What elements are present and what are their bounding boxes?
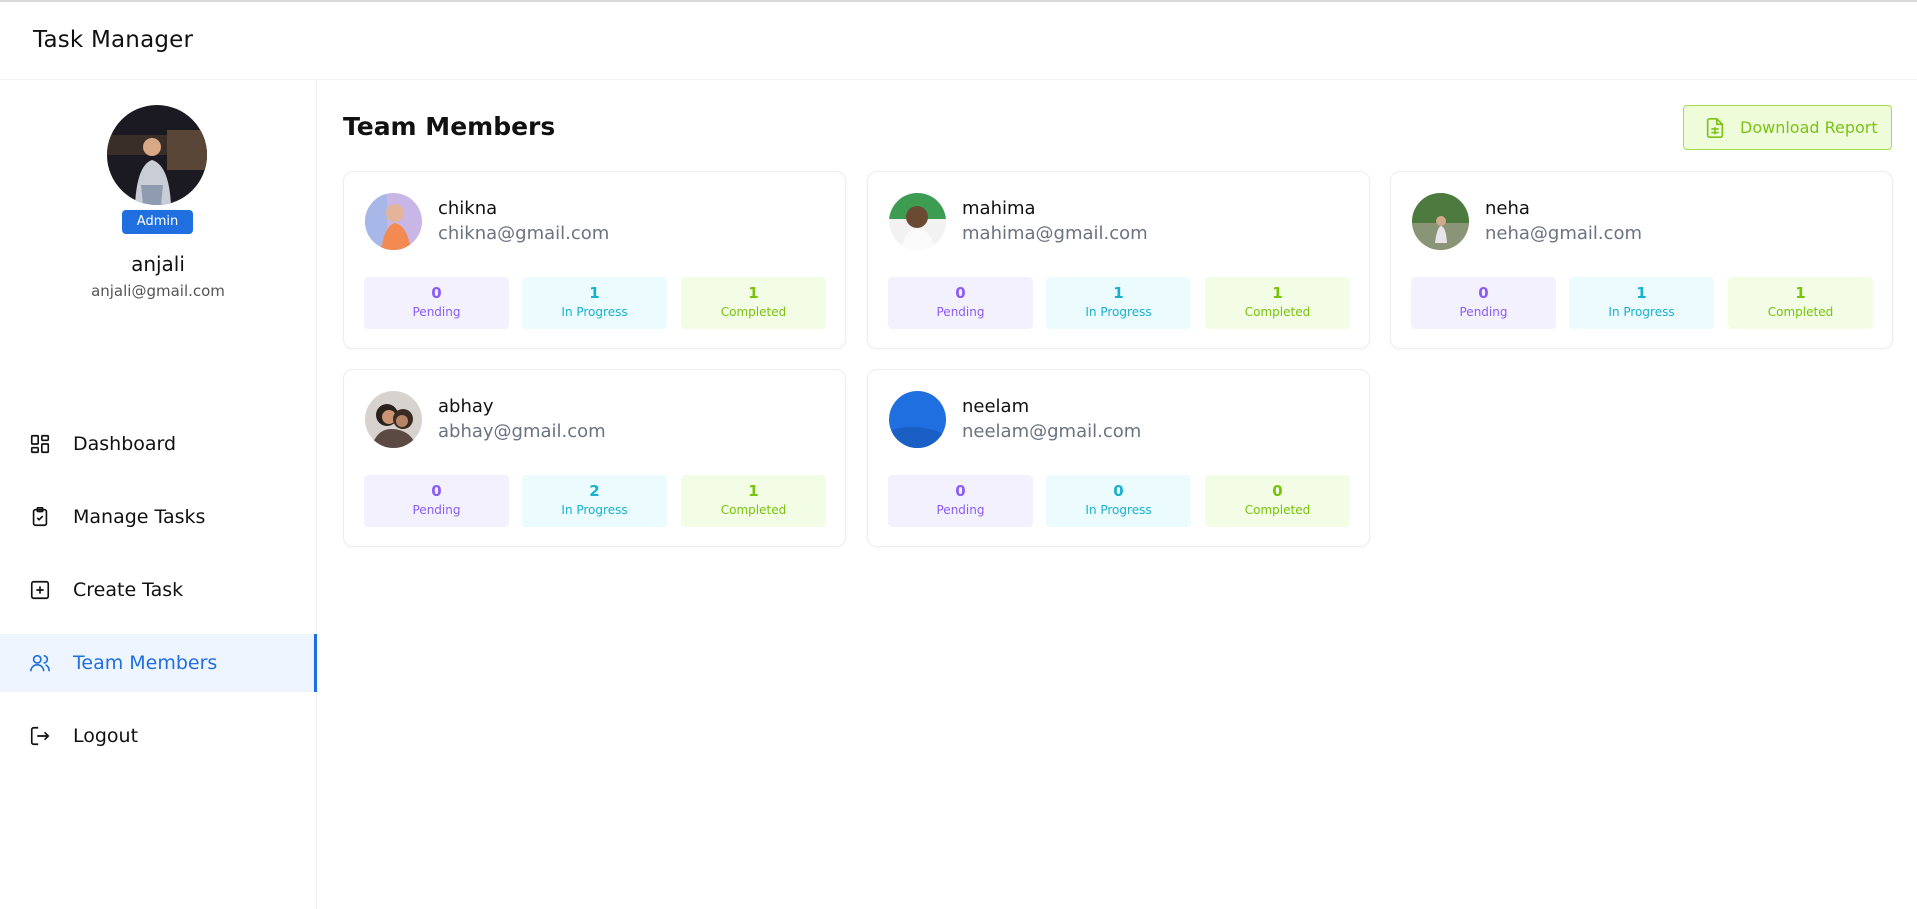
stat-value: 0 [431, 284, 442, 302]
member-card[interactable]: mahima mahima@gmail.com 0 Pending 1 In P… [867, 171, 1370, 349]
member-avatar [365, 193, 422, 250]
stat-value: 0 [431, 482, 442, 500]
stat-completed: 0 Completed [1205, 475, 1350, 527]
member-name: abhay [438, 396, 494, 417]
profile-email: anjali@gmail.com [91, 282, 225, 300]
stat-value: 1 [1272, 284, 1283, 302]
member-card[interactable]: neelam neelam@gmail.com 0 Pending 0 In P… [867, 369, 1370, 547]
profile-name: anjali [131, 252, 185, 276]
app-title: Task Manager [33, 27, 194, 53]
member-email: neha@gmail.com [1485, 223, 1643, 244]
stat-label: Completed [1244, 503, 1311, 517]
stat-value: 2 [589, 482, 600, 500]
member-name: mahima [962, 198, 1036, 219]
stat-label: Pending [412, 503, 461, 517]
stat-label: Pending [1459, 305, 1508, 319]
member-email: chikna@gmail.com [438, 223, 610, 244]
stat-completed: 1 Completed [681, 475, 826, 527]
stat-pending: 0 Pending [1411, 277, 1556, 329]
stat-value: 0 [955, 482, 966, 500]
sidebar-menu: Dashboard Manage Tasks Create Task Team … [0, 415, 317, 780]
member-avatar [1412, 193, 1469, 250]
stat-in-progress: 1 In Progress [1569, 277, 1714, 329]
page-title: Team Members [343, 112, 556, 141]
stat-value: 0 [1272, 482, 1283, 500]
stat-pending: 0 Pending [888, 475, 1033, 527]
sidebar-item-label: Logout [73, 725, 139, 747]
sidebar-item-label: Manage Tasks [73, 506, 206, 528]
stat-label: Completed [1767, 305, 1834, 319]
member-card[interactable]: neha neha@gmail.com 0 Pending 1 In Progr… [1390, 171, 1893, 349]
stat-completed: 1 Completed [1728, 277, 1873, 329]
member-email: abhay@gmail.com [438, 421, 606, 442]
stat-value: 0 [1113, 482, 1124, 500]
sidebar-item-dashboard[interactable]: Dashboard [0, 415, 317, 473]
stat-completed: 1 Completed [1205, 277, 1350, 329]
stat-label: In Progress [561, 503, 628, 517]
logout-icon [28, 724, 52, 748]
stat-value: 1 [1636, 284, 1647, 302]
member-email: mahima@gmail.com [962, 223, 1148, 244]
member-card[interactable]: abhay abhay@gmail.com 0 Pending 2 In Pro… [343, 369, 846, 547]
plus-square-icon [28, 578, 52, 602]
stat-label: In Progress [1085, 503, 1152, 517]
member-avatar [889, 193, 946, 250]
clipboard-check-icon [28, 505, 52, 529]
stat-label: Pending [936, 503, 985, 517]
sidebar-item-manage-tasks[interactable]: Manage Tasks [0, 488, 317, 546]
stat-value: 1 [748, 284, 759, 302]
sidebar: Admin anjali anjali@gmail.com Dashboard … [0, 80, 317, 909]
stat-value: 0 [955, 284, 966, 302]
stat-pending: 0 Pending [888, 277, 1033, 329]
admin-badge: Admin [122, 210, 193, 234]
sidebar-item-team-members[interactable]: Team Members [0, 634, 317, 692]
stat-label: Pending [936, 305, 985, 319]
sidebar-item-logout[interactable]: Logout [0, 707, 317, 765]
stat-in-progress: 2 In Progress [522, 475, 667, 527]
member-name: chikna [438, 198, 498, 219]
stat-label: In Progress [1608, 305, 1675, 319]
stat-completed: 1 Completed [681, 277, 826, 329]
top-bar: Task Manager [0, 4, 1917, 80]
stat-label: Pending [412, 305, 461, 319]
stat-label: Completed [720, 503, 787, 517]
spreadsheet-file-icon [1704, 117, 1726, 139]
stat-pending: 0 Pending [364, 475, 509, 527]
sidebar-item-label: Team Members [73, 652, 218, 674]
member-name: neelam [962, 396, 1030, 417]
stat-value: 1 [1795, 284, 1806, 302]
stat-in-progress: 1 In Progress [1046, 277, 1191, 329]
main-content: Team Members Download Report chikna chik… [318, 80, 1917, 909]
stat-label: In Progress [561, 305, 628, 319]
stat-label: Completed [720, 305, 787, 319]
stat-in-progress: 0 In Progress [1046, 475, 1191, 527]
sidebar-item-label: Create Task [73, 579, 184, 601]
sidebar-item-label: Dashboard [73, 433, 177, 455]
member-email: neelam@gmail.com [962, 421, 1142, 442]
download-report-button[interactable]: Download Report [1683, 105, 1892, 150]
stat-value: 1 [1113, 284, 1124, 302]
download-report-label: Download Report [1740, 118, 1878, 137]
member-avatar [889, 391, 946, 448]
stat-in-progress: 1 In Progress [522, 277, 667, 329]
stat-label: Completed [1244, 305, 1311, 319]
stat-value: 1 [748, 482, 759, 500]
stat-value: 1 [589, 284, 600, 302]
member-avatar [365, 391, 422, 448]
stat-pending: 0 Pending [364, 277, 509, 329]
profile-avatar [107, 105, 207, 205]
stat-value: 0 [1478, 284, 1489, 302]
stat-label: In Progress [1085, 305, 1152, 319]
users-icon [28, 651, 52, 675]
member-name: neha [1485, 198, 1530, 219]
member-card[interactable]: chikna chikna@gmail.com 0 Pending 1 In P… [343, 171, 846, 349]
sidebar-item-create-task[interactable]: Create Task [0, 561, 317, 619]
dashboard-grid-icon [28, 432, 52, 456]
